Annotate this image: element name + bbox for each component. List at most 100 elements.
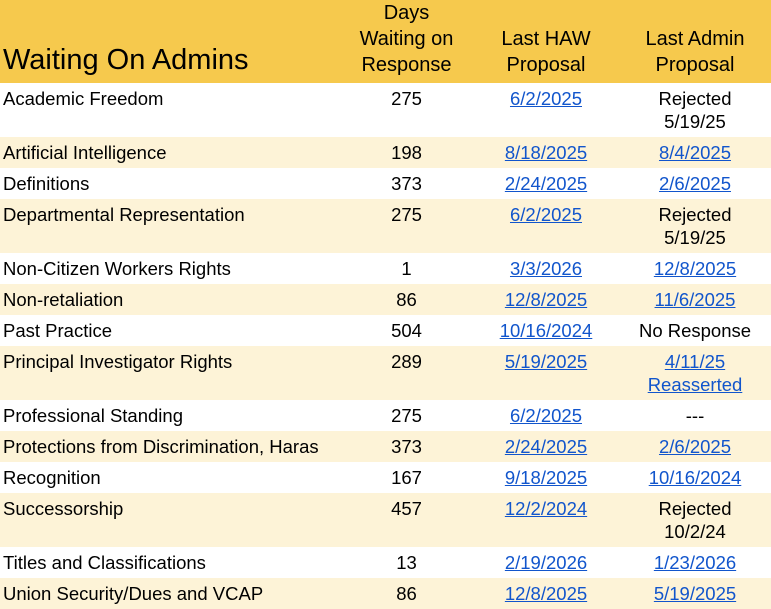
admin-proposal-cell: 2/6/2025: [619, 168, 771, 199]
admin-proposal-link[interactable]: 2/6/2025: [659, 173, 731, 194]
topic-name: Principal Investigator Rights: [3, 351, 233, 372]
admin-proposal-status: No Response: [638, 320, 752, 341]
admin-proposal-cell: Rejected 5/19/25: [619, 83, 771, 137]
admin-proposal-date: 10/2/24: [664, 521, 726, 542]
days-waiting-value: 275: [391, 88, 422, 109]
haw-proposal-link[interactable]: 6/2/2025: [510, 405, 582, 426]
topic-name: Academic Freedom: [3, 88, 164, 109]
haw-proposal-cell: 12/8/2025: [473, 578, 619, 609]
topic-name: Protections from Discrimination, Haras: [3, 436, 319, 457]
admin-proposal-cell: 10/16/2024: [619, 462, 771, 493]
topic-name: Recognition: [3, 467, 101, 488]
haw-proposal-cell: 2/19/2026: [473, 547, 619, 578]
topic-name: Artificial Intelligence: [3, 142, 167, 163]
haw-proposal-cell: 12/2/2024: [473, 493, 619, 547]
haw-proposal-link[interactable]: 3/3/2026: [510, 258, 582, 279]
table-row: Professional Standing 275 6/2/2025 ---: [0, 400, 771, 431]
admin-proposal-status: ---: [685, 405, 705, 426]
admin-proposal-cell: 11/6/2025: [619, 284, 771, 315]
table-row: Academic Freedom 275 6/2/2025 Rejected 5/19/…: [0, 83, 771, 137]
topic-name: Departmental Representation: [3, 204, 245, 225]
admin-proposal-link[interactable]: 10/16/2024: [649, 467, 742, 488]
days-waiting-value: 373: [391, 173, 422, 194]
admin-proposal-cell: Rejected 5/19/25: [619, 199, 771, 253]
topic-name: Definitions: [3, 173, 90, 194]
table-row: Non-Citizen Workers Rights 1 3/3/2026 12/8/…: [0, 253, 771, 284]
haw-proposal-link[interactable]: 2/24/2025: [505, 173, 587, 194]
admin-proposal-link[interactable]: 1/23/2026: [654, 552, 736, 573]
days-waiting-value: 1: [401, 258, 412, 279]
admin-proposal-status: Rejected: [658, 204, 732, 225]
haw-proposal-cell: 2/24/2025: [473, 168, 619, 199]
table-row: Definitions 373 2/24/2025 2/6/2025: [0, 168, 771, 199]
admin-proposal-link[interactable]: 8/4/2025: [659, 142, 731, 163]
admin-proposal-link-note[interactable]: Reasserted: [648, 374, 743, 395]
admin-proposal-cell: ---: [619, 400, 771, 431]
admin-proposal-link[interactable]: 2/6/2025: [659, 436, 731, 457]
admin-proposal-cell: No Response: [619, 315, 771, 346]
admin-proposal-status: Rejected: [658, 88, 732, 109]
days-waiting-value: 457: [391, 498, 422, 519]
admin-proposal-cell: Rejected 10/2/24: [619, 493, 771, 547]
topic-name: Past Practice: [3, 320, 112, 341]
table-row: Titles and Classifications 13 2/19/2026 1/2…: [0, 547, 771, 578]
topic-name: Professional Standing: [3, 405, 183, 426]
table-row: Non-retaliation 86 12/8/2025 11/6/2025: [0, 284, 771, 315]
admin-proposal-link[interactable]: 5/19/2025: [654, 583, 736, 604]
table-title: Waiting On Admins: [3, 44, 249, 76]
days-waiting-value: 13: [396, 552, 417, 573]
topic-name: Non-Citizen Workers Rights: [3, 258, 231, 279]
topic-name: Titles and Classifications: [3, 552, 206, 573]
haw-proposal-link[interactable]: 12/8/2025: [505, 583, 587, 604]
haw-proposal-link[interactable]: 2/24/2025: [505, 436, 587, 457]
haw-proposal-cell: 2/24/2025: [473, 431, 619, 462]
haw-proposal-cell: 8/18/2025: [473, 137, 619, 168]
haw-proposal-cell: 9/18/2025: [473, 462, 619, 493]
admin-proposal-cell: 1/23/2026: [619, 547, 771, 578]
haw-proposal-link[interactable]: 10/16/2024: [500, 320, 593, 341]
haw-proposal-link[interactable]: 12/2/2024: [505, 498, 587, 519]
topic-name: Successorship: [3, 498, 124, 519]
admin-proposal-link[interactable]: 11/6/2025: [655, 289, 736, 310]
topic-name: Non-retaliation: [3, 289, 124, 310]
days-waiting-value: 167: [391, 467, 422, 488]
haw-proposal-link[interactable]: 6/2/2025: [510, 204, 582, 225]
admin-proposal-cell: 8/4/2025: [619, 137, 771, 168]
haw-proposal-link[interactable]: 6/2/2025: [510, 88, 582, 109]
admin-proposal-cell: 4/11/25 Reasserted: [619, 346, 771, 400]
header-last-admin-proposal: Last Admin Proposal: [645, 28, 745, 76]
haw-proposal-link[interactable]: 9/18/2025: [505, 467, 587, 488]
haw-proposal-cell: 6/2/2025: [473, 400, 619, 431]
haw-proposal-cell: 6/2/2025: [473, 199, 619, 253]
days-waiting-value: 198: [391, 142, 422, 163]
header-row: Waiting On Admins Days Waiting on Response…: [0, 0, 771, 83]
days-waiting-value: 275: [391, 405, 422, 426]
table-row: Artificial Intelligence 198 8/18/2025 8/4/2…: [0, 137, 771, 168]
admin-proposal-date: 5/19/25: [664, 111, 726, 132]
haw-proposal-cell: 3/3/2026: [473, 253, 619, 284]
haw-proposal-cell: 10/16/2024: [473, 315, 619, 346]
haw-proposal-link[interactable]: 8/18/2025: [505, 142, 587, 163]
haw-proposal-link[interactable]: 5/19/2025: [505, 351, 587, 372]
admin-proposal-link[interactable]: 12/8/2025: [654, 258, 736, 279]
days-waiting-value: 275: [391, 204, 422, 225]
table-row: Past Practice 504 10/16/2024 No Response: [0, 315, 771, 346]
admin-proposal-date: 5/19/25: [664, 227, 726, 248]
haw-proposal-link[interactable]: 12/8/2025: [505, 289, 587, 310]
table-row: Union Security/Dues and VCAP 86 12/8/2025 5…: [0, 578, 771, 609]
admin-proposal-link[interactable]: 4/11/25: [665, 351, 725, 372]
days-waiting-value: 373: [391, 436, 422, 457]
header-days-waiting: Days Waiting on Response: [359, 2, 454, 76]
table-row: Successorship 457 12/2/2024 Rejected 10/2/24: [0, 493, 771, 547]
days-waiting-value: 504: [391, 320, 422, 341]
haw-proposal-cell: 12/8/2025: [473, 284, 619, 315]
admin-proposal-cell: 2/6/2025: [619, 431, 771, 462]
topic-name: Union Security/Dues and VCAP: [3, 583, 264, 604]
haw-proposal-link[interactable]: 2/19/2026: [505, 552, 587, 573]
header-last-haw-proposal: Last HAW Proposal: [501, 28, 591, 76]
table-row: Departmental Representation 275 6/2/2025 Re…: [0, 199, 771, 253]
admin-proposal-cell: 12/8/2025: [619, 253, 771, 284]
admin-proposal-status: Rejected: [658, 498, 732, 519]
days-waiting-value: 86: [396, 289, 417, 310]
haw-proposal-cell: 6/2/2025: [473, 83, 619, 137]
